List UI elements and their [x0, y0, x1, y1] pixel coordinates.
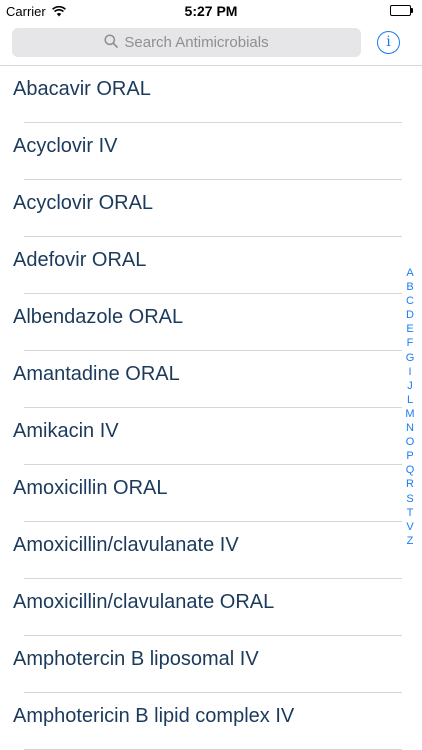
list-item[interactable]: Abacavir ORAL — [0, 66, 422, 123]
index-letter-m[interactable]: M — [405, 407, 414, 421]
antimicrobial-list: Abacavir ORAL Acyclovir IV Acyclovir ORAL A… — [0, 66, 422, 750]
index-letter-e[interactable]: E — [406, 322, 413, 336]
index-letter-a[interactable]: A — [406, 266, 413, 280]
list-item-label: Acyclovir ORAL — [13, 192, 154, 214]
index-letter-c[interactable]: C — [406, 294, 414, 308]
index-letter-t[interactable]: T — [407, 506, 414, 520]
list-item[interactable]: Amoxicillin ORAL — [0, 465, 422, 522]
list-item-label: Albendazole ORAL — [13, 306, 184, 328]
index-letter-l[interactable]: L — [407, 393, 413, 407]
section-index[interactable]: ABCDEFGIJLMNOPQRSTVZ — [401, 266, 419, 548]
search-icon — [104, 33, 124, 52]
list-item[interactable]: Amphotercin B liposomal IV — [0, 636, 422, 693]
list-item[interactable]: Amikacin IV — [0, 408, 422, 465]
list-item[interactable]: Amphotericin B lipid complex IV — [0, 693, 422, 750]
list-item[interactable]: Adefovir ORAL — [0, 237, 422, 294]
index-letter-f[interactable]: F — [407, 336, 414, 350]
list-item[interactable]: Albendazole ORAL — [0, 294, 422, 351]
index-letter-p[interactable]: P — [406, 449, 413, 463]
info-button[interactable]: i — [377, 31, 400, 54]
list-item[interactable]: Amoxicillin/clavulanate ORAL — [0, 579, 422, 636]
index-letter-q[interactable]: Q — [406, 463, 415, 477]
list-item[interactable]: Amoxicillin/clavulanate IV — [0, 522, 422, 579]
list-item[interactable]: Amantadine ORAL — [0, 351, 422, 408]
index-letter-g[interactable]: G — [406, 351, 415, 365]
list-item-label: Amoxicillin/clavulanate IV — [13, 534, 239, 556]
list-item-label: Acyclovir IV — [13, 135, 118, 157]
index-letter-i[interactable]: I — [408, 365, 411, 379]
index-letter-d[interactable]: D — [406, 308, 414, 322]
list-item-label: Abacavir ORAL — [13, 78, 151, 100]
battery-icon — [390, 5, 414, 16]
index-letter-v[interactable]: V — [406, 520, 413, 534]
list-item[interactable]: Acyclovir ORAL — [0, 180, 422, 237]
clock: 5:27 PM — [184, 3, 238, 19]
list-item-label: Amoxicillin ORAL — [13, 477, 168, 499]
search-bar[interactable]: Search Antimicrobials — [12, 28, 361, 57]
index-letter-b[interactable]: B — [406, 280, 413, 294]
status-bar: Carrier 5:27 PM — [0, 0, 422, 22]
list-item-label: Amikacin IV — [13, 420, 119, 442]
list-item-label: Adefovir ORAL — [13, 249, 147, 271]
index-letter-r[interactable]: R — [406, 477, 414, 491]
search-placeholder[interactable]: Search Antimicrobials — [124, 34, 268, 51]
index-letter-z[interactable]: Z — [407, 534, 414, 548]
info-icon: i — [386, 34, 391, 50]
index-letter-n[interactable]: N — [406, 421, 414, 435]
index-letter-s[interactable]: S — [406, 492, 413, 506]
list-item[interactable]: Acyclovir IV — [0, 123, 422, 180]
list-item-label: Amantadine ORAL — [13, 363, 180, 385]
index-letter-o[interactable]: O — [406, 435, 415, 449]
list-item-label: Amoxicillin/clavulanate ORAL — [13, 591, 275, 613]
list-item-label: Amphotercin B liposomal IV — [13, 648, 259, 670]
list-item-label: Amphotericin B lipid complex IV — [13, 705, 295, 727]
index-letter-j[interactable]: J — [407, 379, 413, 393]
